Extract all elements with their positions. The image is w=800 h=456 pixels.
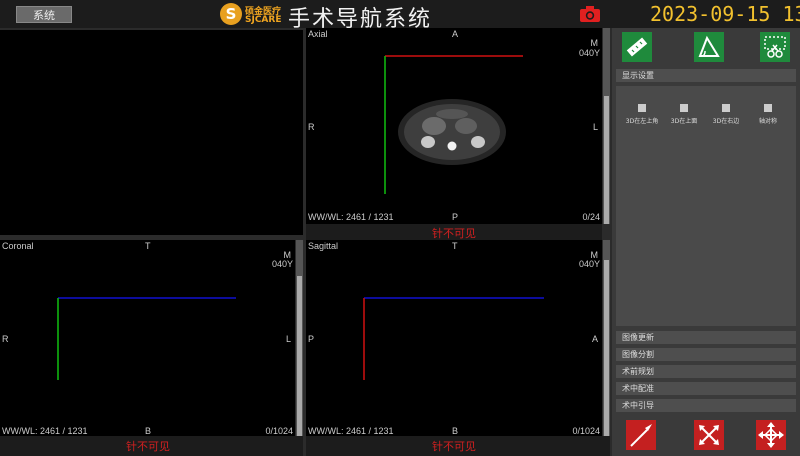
crop-tool-button[interactable]	[760, 32, 790, 62]
coronal-scrollbar[interactable]	[296, 240, 303, 436]
display-settings-area: 3D在左上角 3D在上面 3D在右边 轴对称	[616, 86, 796, 326]
option-3d-top-left[interactable]: 3D在左上角	[622, 104, 662, 125]
sagittal-crosshair	[363, 297, 544, 380]
menu-intraop-registration[interactable]: 术中配准	[616, 382, 796, 395]
datetime-display: 2023-09-15 13:	[650, 2, 800, 26]
cross-arrows-icon	[699, 425, 719, 445]
option-3d-right[interactable]: 3D在右边	[706, 104, 746, 125]
display-settings-header[interactable]: 显示设置	[616, 69, 796, 82]
angle-icon	[698, 35, 720, 57]
needle-warning: 针不可见	[432, 227, 476, 240]
layout-icon	[722, 104, 730, 112]
viewport-coronal[interactable]: Coronal T M 040Y R L B WW/WL: 2461 / 123…	[0, 240, 295, 436]
option-label: 3D在右边	[712, 118, 740, 125]
cross-tool-button[interactable]	[694, 420, 724, 450]
layout-icon	[764, 104, 772, 112]
logo-en-text: SJCARE	[245, 15, 282, 25]
option-label: 3D在左上角	[625, 118, 659, 125]
needle-tool-button[interactable]	[626, 420, 656, 450]
viewport-sagittal[interactable]: Sagittal T M 040Y P A B WW/WL: 2461 / 12…	[306, 240, 602, 436]
sagittal-scrollbar[interactable]	[603, 240, 610, 436]
scissors-crop-icon	[764, 36, 786, 58]
viewport-axial[interactable]: Axial A M 040Y R L P WW/WL: 2461 / 1231 …	[306, 28, 602, 224]
coronal-crosshair	[57, 297, 236, 380]
company-logo: S 硕金医疗 SJCARE	[220, 3, 284, 27]
ruler-icon	[626, 37, 648, 57]
needle-icon	[630, 424, 652, 447]
needle-warning: 针不可见	[126, 440, 170, 453]
needle-warning: 针不可见	[432, 440, 476, 453]
angle-tool-button[interactable]	[694, 32, 724, 62]
layout-icon	[638, 104, 646, 112]
menu-preop-planning[interactable]: 术前规划	[616, 365, 796, 378]
system-menu-button[interactable]: 系统	[16, 6, 72, 23]
layout-icon	[680, 104, 688, 112]
menu-image-update[interactable]: 图像更新	[616, 331, 796, 344]
option-axial-symmetric[interactable]: 轴对称	[748, 104, 788, 125]
axial-image	[384, 55, 523, 194]
logo-mark: S	[220, 3, 242, 25]
move-arrows-icon	[758, 422, 784, 448]
option-3d-top[interactable]: 3D在上面	[664, 104, 704, 125]
menu-intraop-guidance[interactable]: 术中引导	[616, 399, 796, 412]
menu-image-segmentation[interactable]: 图像分割	[616, 348, 796, 361]
option-label: 轴对称	[758, 118, 777, 125]
ruler-tool-button[interactable]	[622, 32, 652, 62]
option-label: 3D在上面	[670, 118, 698, 125]
axial-scrollbar[interactable]	[603, 28, 610, 224]
camera-icon[interactable]	[579, 5, 601, 23]
move-tool-button[interactable]	[756, 420, 786, 450]
viewport-3d[interactable]	[0, 30, 303, 235]
